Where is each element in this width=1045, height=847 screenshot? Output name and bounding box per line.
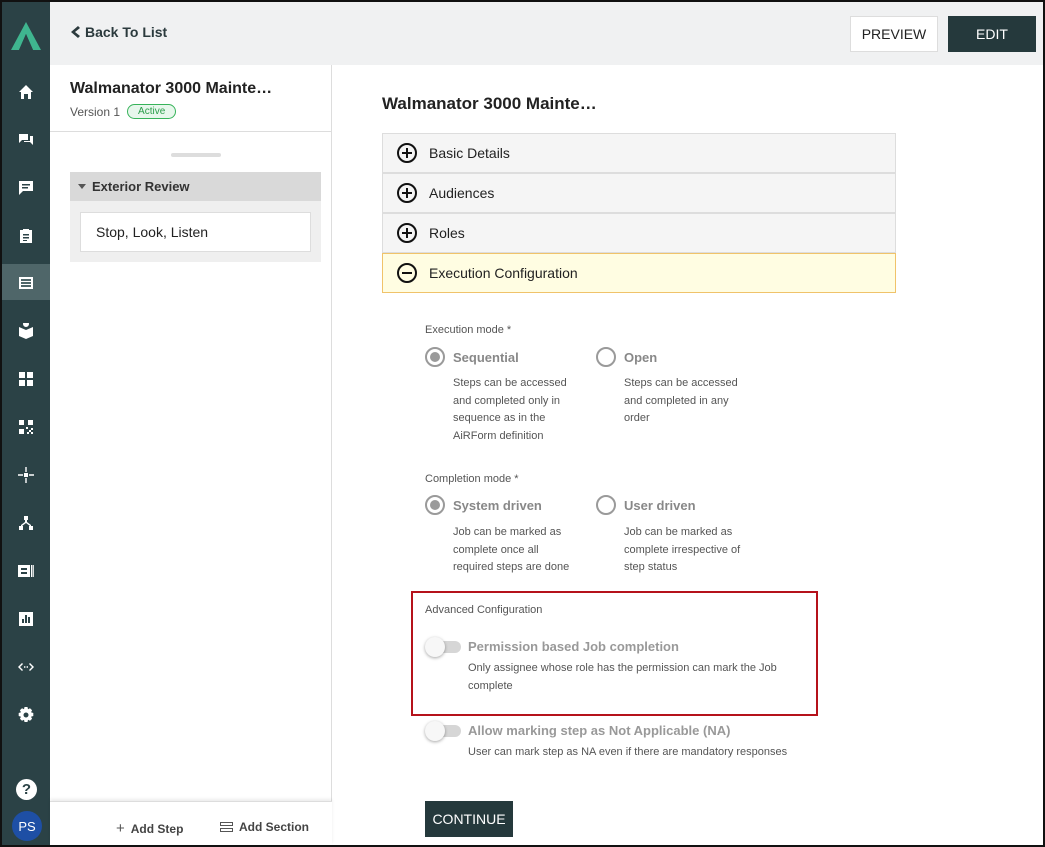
code-icon[interactable] bbox=[16, 657, 36, 677]
add-section-label: Add Section bbox=[239, 820, 310, 834]
section-label: Exterior Review bbox=[92, 179, 190, 194]
desc-line: Only assignee whose role has the permiss… bbox=[468, 662, 777, 674]
chat-icon[interactable] bbox=[16, 130, 36, 150]
qr-icon[interactable] bbox=[16, 417, 36, 437]
advanced-configuration-label: Advanced Configuration bbox=[425, 604, 543, 616]
accordion-label: Roles bbox=[429, 225, 465, 241]
option-description: Job can be marked as complete irrespecti… bbox=[624, 524, 759, 577]
form-icon[interactable] bbox=[16, 273, 36, 293]
back-label: Back To List bbox=[85, 24, 168, 40]
plus-circle-icon bbox=[397, 223, 417, 243]
option-description: Job can be marked as complete once all r… bbox=[453, 524, 588, 577]
form-title: Walmanator 3000 Mainte… bbox=[70, 80, 273, 97]
preview-button[interactable]: PREVIEW bbox=[850, 16, 938, 52]
app-frame: ? PS Back To List PREVIEW EDIT Walmanato… bbox=[0, 0, 1045, 847]
radio-system-driven[interactable] bbox=[425, 495, 445, 515]
edit-button[interactable]: EDIT bbox=[948, 16, 1036, 52]
desc-line: and completed only in bbox=[453, 394, 561, 407]
plus-circle-icon bbox=[397, 183, 417, 203]
desc-line: and completed in any bbox=[624, 394, 729, 407]
toggle-description: Only assignee whose role has the permiss… bbox=[468, 659, 777, 695]
version-label: Version 1 bbox=[70, 104, 121, 119]
divider bbox=[50, 131, 332, 132]
option-label: Sequential bbox=[453, 350, 519, 365]
desc-line: AiRForm definition bbox=[453, 429, 544, 442]
desc-line: required steps are done bbox=[453, 561, 570, 573]
desc-line: Steps can be accessed bbox=[453, 377, 567, 389]
desc-line: User can mark step as NA even if there a… bbox=[468, 746, 788, 758]
hub-icon[interactable] bbox=[16, 465, 36, 485]
accordion-label: Audiences bbox=[429, 185, 495, 201]
option-label: Open bbox=[624, 350, 658, 365]
accordion-audiences[interactable]: Audiences bbox=[382, 173, 896, 213]
plus-icon: + bbox=[116, 820, 125, 837]
desc-line: sequence as in the bbox=[453, 412, 546, 424]
desc-line: Job can be marked as bbox=[453, 526, 562, 538]
radio-open[interactable] bbox=[596, 347, 616, 367]
radio-user-driven[interactable] bbox=[596, 495, 616, 515]
clipboard-icon[interactable] bbox=[16, 226, 36, 246]
caret-down-icon bbox=[78, 184, 86, 189]
message-icon[interactable] bbox=[16, 178, 36, 198]
section-icon bbox=[220, 821, 233, 832]
drag-handle[interactable] bbox=[171, 153, 221, 157]
accordion-label: Execution Configuration bbox=[429, 265, 578, 281]
toggle-permission-based-completion[interactable] bbox=[425, 637, 461, 657]
logo-icon bbox=[11, 22, 41, 50]
nav-rail: ? PS bbox=[2, 2, 50, 845]
desc-line: complete bbox=[468, 680, 513, 692]
desc-line: complete once all bbox=[453, 543, 539, 556]
desc-line: complete irrespective of bbox=[624, 543, 741, 556]
toggle-knob bbox=[425, 721, 445, 741]
desc-line: Job can be marked as bbox=[624, 526, 733, 538]
section-header[interactable]: Exterior Review bbox=[70, 172, 321, 201]
desc-line: order bbox=[624, 412, 650, 424]
status-badge: Active bbox=[127, 104, 177, 119]
option-label: System driven bbox=[453, 498, 542, 513]
add-step-button[interactable]: + Add Step bbox=[116, 820, 183, 837]
back-to-list-link[interactable]: Back To List bbox=[70, 24, 167, 40]
outline-footer: + Add Step Add Section bbox=[50, 801, 332, 845]
option-label: User driven bbox=[624, 498, 696, 513]
book-icon[interactable] bbox=[16, 321, 36, 341]
id-card-icon[interactable] bbox=[16, 561, 36, 581]
option-description: Steps can be accessed and completed only… bbox=[453, 375, 588, 445]
avatar[interactable]: PS bbox=[12, 811, 42, 841]
desc-line: step status bbox=[624, 561, 678, 573]
completion-mode-label: Completion mode * bbox=[425, 473, 519, 485]
desc-line: Steps can be accessed bbox=[624, 377, 738, 389]
version-row: Version 1 Active bbox=[70, 104, 177, 119]
execution-mode-label: Execution mode * bbox=[425, 324, 512, 336]
continue-button[interactable]: CONTINUE bbox=[425, 801, 513, 837]
form-outline-panel: Walmanator 3000 Mainte… Version 1 Active… bbox=[50, 65, 332, 845]
toggle-label: Allow marking step as Not Applicable (NA… bbox=[468, 723, 731, 738]
top-bar: Back To List PREVIEW EDIT bbox=[50, 2, 1043, 65]
toggle-knob bbox=[425, 637, 445, 657]
option-description: Steps can be accessed and completed in a… bbox=[624, 375, 759, 428]
add-step-label: Add Step bbox=[130, 821, 184, 836]
network-icon[interactable] bbox=[16, 513, 36, 533]
page-title: Walmanator 3000 Mainte… bbox=[382, 94, 597, 113]
help-icon[interactable]: ? bbox=[16, 779, 37, 800]
toggle-description: User can mark step as NA even if there a… bbox=[468, 743, 787, 761]
toggle-allow-na[interactable] bbox=[425, 721, 461, 741]
accordion-basic-details[interactable]: Basic Details bbox=[382, 133, 896, 173]
plus-circle-icon bbox=[397, 143, 417, 163]
gear-icon[interactable] bbox=[16, 705, 36, 725]
minus-circle-icon bbox=[397, 263, 417, 283]
dashboard-icon[interactable] bbox=[16, 369, 36, 389]
toggle-label: Permission based Job completion bbox=[468, 639, 679, 654]
accordion-execution-configuration[interactable]: Execution Configuration bbox=[382, 253, 896, 293]
radio-sequential[interactable] bbox=[425, 347, 445, 367]
add-section-button[interactable]: Add Section bbox=[220, 820, 309, 834]
section-block: Exterior Review Stop, Look, Listen bbox=[70, 172, 321, 262]
accordion-label: Basic Details bbox=[429, 145, 510, 161]
step-item[interactable]: Stop, Look, Listen bbox=[80, 212, 311, 252]
report-icon[interactable] bbox=[16, 609, 36, 629]
accordion-roles[interactable]: Roles bbox=[382, 213, 896, 253]
chevron-left-icon bbox=[71, 26, 80, 38]
home-icon[interactable] bbox=[16, 82, 36, 102]
